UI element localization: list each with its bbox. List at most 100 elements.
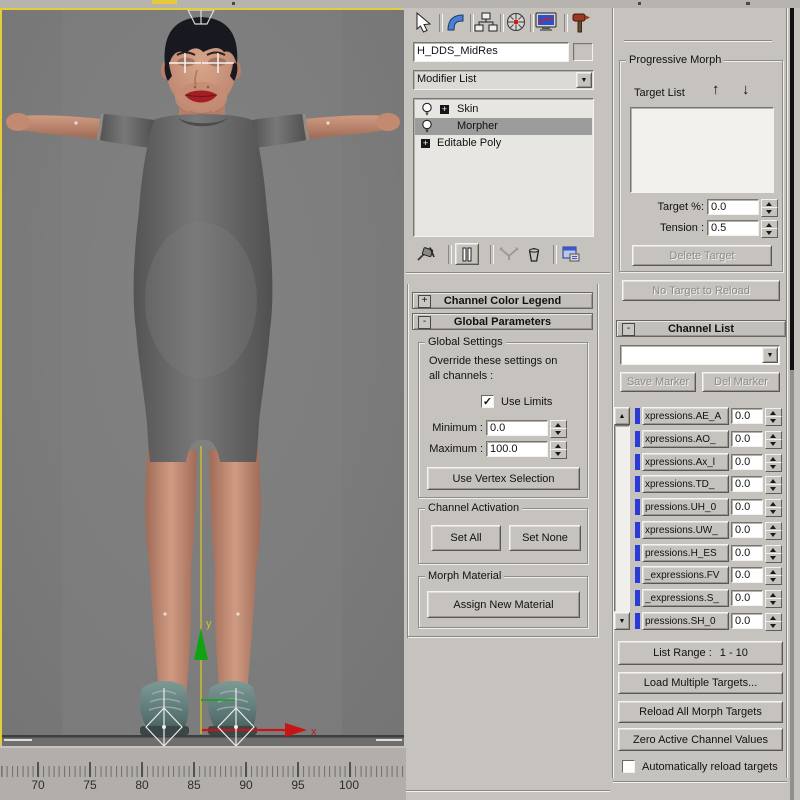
channel-row: _expressions.FV 0.0 [610, 566, 786, 585]
utilities-tab[interactable] [570, 11, 594, 36]
channel-name-button[interactable]: pressions.SH_0 [642, 612, 729, 630]
panel-scrollbar-track[interactable] [790, 8, 794, 370]
reload-all-morph-targets-button[interactable]: Reload All Morph Targets [618, 701, 783, 723]
minimum-field[interactable]: 0.0 [486, 420, 548, 436]
expand-icon[interactable]: + [418, 295, 431, 308]
motion-tab[interactable] [504, 11, 528, 36]
channel-name-button[interactable]: _expressions.FV [642, 566, 729, 584]
rollout-rail [786, 8, 788, 778]
list-range-display[interactable]: List Range : 1 - 10 [618, 641, 783, 665]
channel-value-field[interactable]: 0.0 [731, 431, 763, 447]
marker-dropdown[interactable] [620, 345, 780, 365]
configure-modifier-sets-icon[interactable] [561, 245, 581, 266]
move-target-down-button[interactable]: ↓ [742, 81, 750, 98]
channel-value-spinner[interactable] [765, 476, 782, 494]
stack-item-editable-poly[interactable]: + Editable Poly [415, 135, 592, 152]
channel-value-field[interactable]: 0.0 [731, 476, 763, 492]
stack-item-morpher[interactable]: Morpher [415, 118, 592, 135]
stack-item-skin[interactable]: + Skin [415, 101, 592, 118]
expand-icon[interactable]: + [421, 139, 430, 148]
channel-name-button[interactable]: xpressions.AO_ [642, 430, 729, 448]
channel-value-spinner[interactable] [765, 408, 782, 426]
rollout-global-parameters[interactable]: - Global Parameters [412, 313, 593, 330]
channel-name-button[interactable]: xpressions.Ax_l [642, 453, 729, 471]
remove-modifier-icon[interactable] [526, 246, 542, 266]
tension-spinner[interactable] [761, 220, 778, 238]
delete-target-button[interactable]: Delete Target [632, 245, 772, 266]
ruler-label: 100 [338, 778, 360, 792]
tab-separator [564, 14, 568, 32]
hierarchy-tab[interactable] [474, 11, 498, 36]
channel-value-spinner[interactable] [765, 431, 782, 449]
object-name-field[interactable]: H_DDS_MidRes [413, 42, 569, 62]
minimum-label: Minimum : [432, 422, 483, 434]
load-multiple-targets-button[interactable]: Load Multiple Targets... [618, 672, 783, 694]
use-limits-label: Use Limits [501, 396, 553, 408]
use-vertex-selection-button[interactable]: Use Vertex Selection [427, 467, 580, 490]
channel-value-field[interactable]: 0.0 [731, 499, 763, 515]
make-unique-icon[interactable] [498, 246, 520, 265]
create-tab[interactable] [412, 11, 436, 36]
bulb-icon[interactable] [421, 102, 433, 119]
channel-value-field[interactable]: 0.0 [731, 522, 763, 538]
channel-value-spinner[interactable] [765, 590, 782, 608]
target-pct-field[interactable]: 0.0 [707, 199, 759, 215]
auto-reload-targets-checkbox[interactable] [622, 760, 635, 773]
channel-name-button[interactable]: xpressions.AE_A [642, 407, 729, 425]
tension-field[interactable]: 0.5 [707, 220, 759, 236]
channel-value-field[interactable]: 0.0 [731, 545, 763, 561]
channel-value-spinner[interactable] [765, 545, 782, 563]
channel-value-spinner[interactable] [765, 454, 782, 472]
panel-scrollbar-thumb[interactable] [790, 370, 794, 800]
display-tab[interactable] [534, 11, 560, 36]
channel-name-button[interactable]: xpressions.TD_ [642, 475, 729, 493]
channel-value-field[interactable]: 0.0 [731, 454, 763, 470]
show-end-result-button[interactable] [455, 243, 479, 265]
modifier-list-dropdown[interactable]: Modifier List [413, 70, 594, 90]
del-marker-button[interactable]: Del Marker [702, 372, 780, 392]
channel-value-spinner[interactable] [765, 567, 782, 585]
set-all-button[interactable]: Set All [431, 525, 501, 551]
channel-value-field[interactable]: 0.0 [731, 613, 763, 629]
no-target-to-reload-button[interactable]: No Target to Reload [622, 280, 780, 301]
viewport-3d[interactable]: y x [0, 8, 404, 747]
marker-dropdown-arrow[interactable]: ▼ [762, 347, 778, 363]
use-limits-checkbox[interactable]: ✓ [481, 395, 494, 408]
channel-value-spinner[interactable] [765, 613, 782, 631]
modifier-list-dropdown-arrow[interactable]: ▼ [576, 72, 592, 88]
channel-value-spinner[interactable] [765, 499, 782, 517]
save-marker-button[interactable]: Save Marker [620, 372, 696, 392]
maximum-spinner[interactable] [550, 441, 567, 459]
collapse-icon[interactable]: - [418, 316, 431, 329]
channel-name-button[interactable]: pressions.UH_0 [642, 498, 729, 516]
object-color-swatch[interactable] [573, 43, 593, 61]
channel-name-button[interactable]: pressions.H_ES [642, 544, 729, 562]
bulb-icon[interactable] [421, 119, 433, 136]
maximum-field[interactable]: 100.0 [486, 441, 548, 457]
track-bar-ruler[interactable]: 70 75 80 85 90 95 100 [0, 748, 406, 800]
channel-value-field[interactable]: 0.0 [731, 590, 763, 606]
channel-row: xpressions.AO_ 0.0 [610, 430, 786, 449]
modifier-stack[interactable]: + Skin Morpher + Editable Poly [413, 98, 594, 237]
assign-new-material-button[interactable]: Assign New Material [427, 591, 580, 618]
modify-tab[interactable] [444, 11, 468, 36]
expand-icon[interactable]: + [440, 105, 449, 114]
set-none-button[interactable]: Set None [509, 525, 581, 551]
tab-separator [439, 14, 443, 32]
channel-value-field[interactable]: 0.0 [731, 567, 763, 583]
target-list-box[interactable] [630, 107, 774, 193]
rollout-channel-color-legend[interactable]: + Channel Color Legend [412, 292, 593, 309]
move-target-up-button[interactable]: ↑ [712, 81, 720, 98]
collapse-icon[interactable]: - [622, 323, 635, 336]
group-title: Channel Activation [425, 502, 523, 514]
override-text-line1: Override these settings on [429, 355, 558, 367]
channel-name-button[interactable]: _expressions.S_ [642, 589, 729, 607]
channel-name-button[interactable]: xpressions.UW_ [642, 521, 729, 539]
zero-active-channel-values-button[interactable]: Zero Active Channel Values [618, 728, 783, 751]
channel-value-field[interactable]: 0.0 [731, 408, 763, 424]
rollout-channel-list[interactable]: - Channel List [616, 320, 786, 337]
pin-stack-icon[interactable] [415, 245, 439, 266]
target-pct-spinner[interactable] [761, 199, 778, 217]
channel-value-spinner[interactable] [765, 522, 782, 540]
minimum-spinner[interactable] [550, 420, 567, 438]
